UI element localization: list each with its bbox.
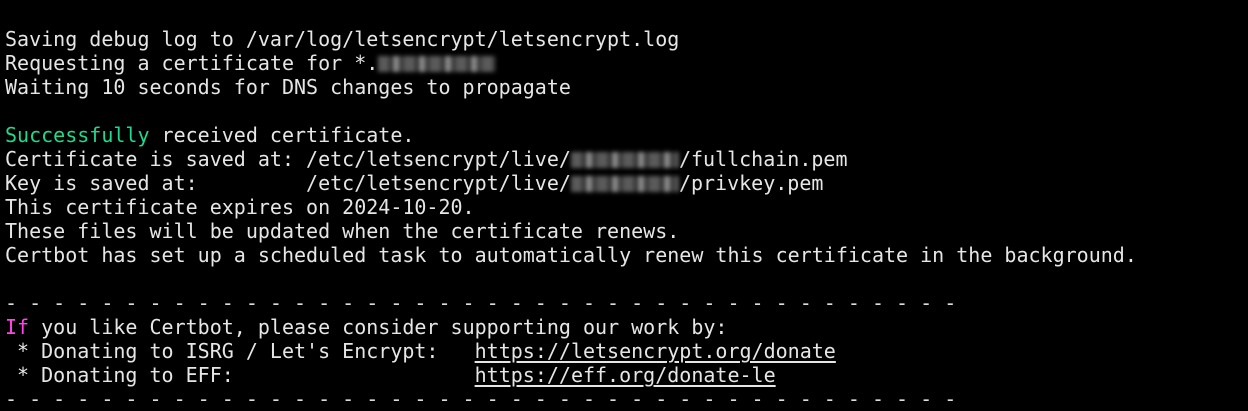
success-line: Successfully received certificate. [5,123,1137,147]
key-path-suffix: /privkey.pem [678,171,824,195]
separator-line: - - - - - - - - - - - - - - - - - - - - … [5,291,957,315]
key-path-prefix: Key is saved at: /etc/letsencrypt/live/ [5,171,571,195]
redacted-domain [378,56,497,72]
certificate-request-line: Requesting a certificate for *. [5,51,1137,75]
donate-isrg-line: * Donating to ISRG / Let's Encrypt: http… [5,339,1137,363]
separator-line: - - - - - - - - - - - - - - - - - - - - … [5,387,957,411]
key-path-line: Key is saved at: /etc/letsencrypt/live/ /… [5,171,1137,195]
expiry-line: This certificate expires on 2024-10-20. [5,195,475,219]
donate-isrg-label: * Donating to ISRG / Let's Encrypt: [5,339,475,363]
support-line: If you like Certbot, please consider sup… [5,315,1137,339]
donate-eff-link[interactable]: https://eff.org/donate-le [475,363,776,387]
donate-isrg-link[interactable]: https://letsencrypt.org/donate [475,339,836,363]
if-keyword: If [5,315,30,339]
request-text: Requesting a certificate for *. [5,51,379,75]
success-message: received certificate. [149,123,415,147]
certificate-path-suffix: /fullchain.pem [678,147,848,171]
success-status: Successfully [5,123,150,147]
renew-line: These files will be updated when the cer… [5,219,680,243]
previous-output-fragment: " [5,0,18,12]
donate-eff-line: * Donating to EFF: https://eff.org/donat… [5,363,1137,387]
donate-eff-label: * Donating to EFF: [5,363,475,387]
certificate-path-prefix: Certificate is saved at: /etc/letsencryp… [5,147,571,171]
certificate-path-line: Certificate is saved at: /etc/letsencryp… [5,147,1137,171]
support-message: you like Certbot, please consider suppor… [29,315,728,339]
redacted-domain [570,176,679,192]
terminal-output: Saving debug log to /var/log/letsencrypt… [5,27,1137,411]
terminal-window[interactable]: " Saving debug log to /var/log/letsencry… [5,0,1248,411]
redacted-domain [570,152,679,168]
debug-log-line: Saving debug log to /var/log/letsencrypt… [5,27,680,51]
dns-wait-line: Waiting 10 seconds for DNS changes to pr… [5,75,571,99]
scheduled-task-line: Certbot has set up a scheduled task to a… [5,243,1137,267]
